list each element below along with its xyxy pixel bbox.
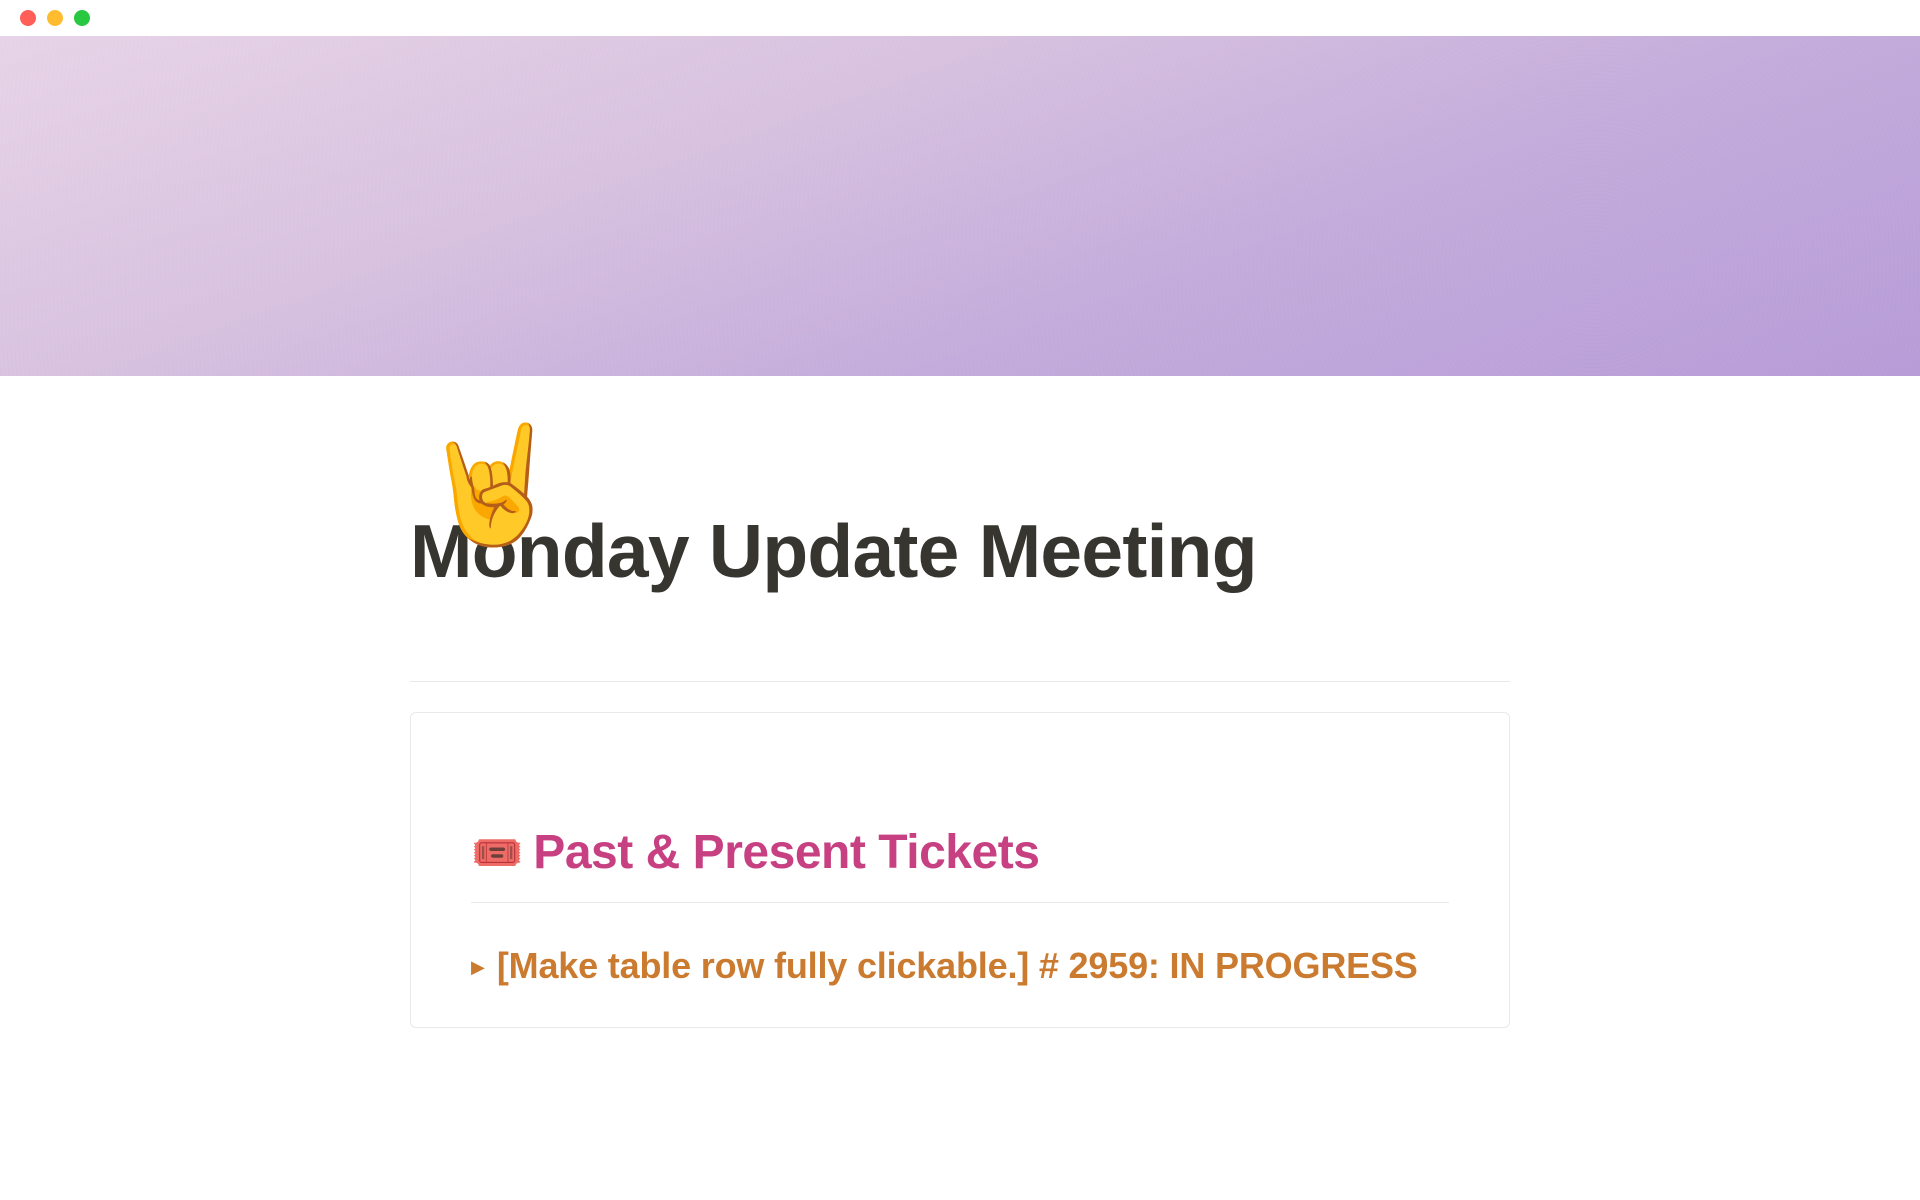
window-titlebar <box>0 0 1920 36</box>
callout-block[interactable]: 🎟️ Past & Present Tickets ▶ [Make table … <box>410 712 1510 1028</box>
window-maximize-button[interactable] <box>74 10 90 26</box>
page-content: 🤘 Monday Update Meeting 🎟️ Past & Presen… <box>220 506 1700 1028</box>
toggle-item[interactable]: ▶ [Make table row fully clickable.] # 29… <box>471 945 1449 987</box>
ticket-icon: 🎟️ <box>471 832 523 874</box>
page-title[interactable]: Monday Update Meeting <box>410 506 1510 596</box>
ticket-label: [Make table row fully clickable.] # 2959… <box>497 945 1418 987</box>
window-close-button[interactable] <box>20 10 36 26</box>
toggle-triangle-icon[interactable]: ▶ <box>471 958 485 976</box>
section-heading[interactable]: 🎟️ Past & Present Tickets <box>471 825 1449 880</box>
page-cover-image[interactable] <box>0 36 1920 376</box>
section-title: Past & Present Tickets <box>533 825 1039 880</box>
horizontal-divider <box>410 681 1510 682</box>
page-icon[interactable]: 🤘 <box>420 428 563 543</box>
section-divider <box>471 902 1449 903</box>
window-minimize-button[interactable] <box>47 10 63 26</box>
